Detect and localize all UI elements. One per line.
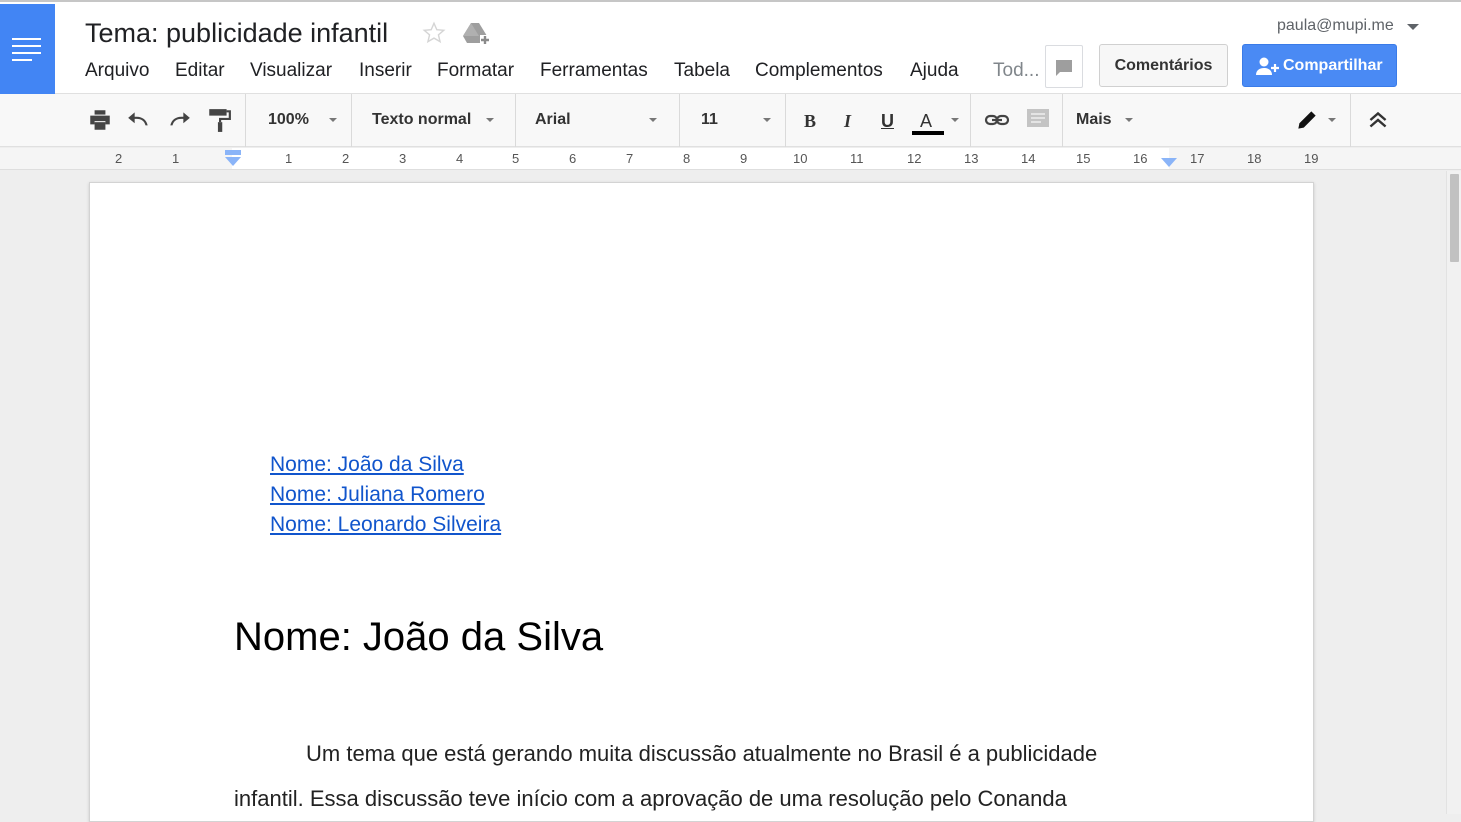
left-indent-marker-icon[interactable] bbox=[224, 148, 242, 168]
star-icon[interactable] bbox=[421, 20, 447, 46]
ruler-label: 17 bbox=[1190, 151, 1205, 166]
account-caret-icon[interactable] bbox=[1407, 24, 1419, 30]
vertical-scrollbar[interactable] bbox=[1446, 171, 1461, 814]
menu-ferramentas[interactable]: Ferramentas bbox=[540, 60, 648, 82]
text-color-button[interactable]: A bbox=[920, 111, 932, 132]
chat-icon bbox=[1056, 60, 1072, 76]
toolbar: 100% Texto normal Arial 11 B I U A Mais bbox=[0, 94, 1461, 147]
share-button[interactable]: Compartilhar bbox=[1242, 44, 1397, 87]
editing-mode-caret-icon bbox=[1328, 118, 1336, 122]
ruler-label: 1 bbox=[285, 151, 293, 166]
font-select[interactable]: Arial bbox=[535, 111, 571, 129]
ruler-label: 15 bbox=[1076, 151, 1091, 166]
menu-complementos[interactable]: Complementos bbox=[755, 60, 883, 82]
document-page[interactable]: Nome: João da Silva Nome: Juliana Romero… bbox=[89, 182, 1314, 822]
toc-link[interactable]: Nome: João da Silva bbox=[270, 453, 464, 477]
person-add-icon bbox=[1256, 57, 1279, 75]
insert-comment-icon[interactable] bbox=[1025, 107, 1051, 133]
zoom-caret-icon bbox=[329, 118, 337, 122]
menu-arquivo[interactable]: Arquivo bbox=[85, 60, 149, 82]
ruler-label: 6 bbox=[569, 151, 577, 166]
ruler-label: 11 bbox=[850, 151, 864, 166]
menu-formatar[interactable]: Formatar bbox=[437, 60, 514, 82]
ruler-label: 10 bbox=[793, 151, 808, 166]
ruler-label: 9 bbox=[740, 151, 748, 166]
toc-link[interactable]: Nome: Leonardo Silveira bbox=[270, 513, 501, 537]
document-title[interactable]: Tema: publicidade infantil bbox=[85, 18, 388, 49]
ruler-label: 3 bbox=[399, 151, 407, 166]
app-header: Tema: publicidade infantil Arquivo Edita… bbox=[0, 0, 1461, 95]
editing-mode-pencil-icon[interactable] bbox=[1294, 107, 1320, 133]
document-canvas: Nome: João da Silva Nome: Juliana Romero… bbox=[0, 171, 1446, 822]
ruler-label: 18 bbox=[1247, 151, 1262, 166]
ruler: 2 1 1 2 3 4 5 6 7 8 9 10 11 12 13 14 15 … bbox=[0, 148, 1461, 170]
undo-icon[interactable] bbox=[126, 107, 152, 133]
zoom-select[interactable]: 100% bbox=[268, 111, 309, 129]
ruler-label: 19 bbox=[1304, 151, 1319, 166]
redo-icon[interactable] bbox=[166, 107, 192, 133]
text-color-swatch bbox=[912, 131, 944, 135]
menu-todas-alteracoes[interactable]: Tod... bbox=[993, 60, 1039, 82]
ruler-label: 5 bbox=[512, 151, 520, 166]
paint-format-icon[interactable] bbox=[206, 107, 232, 133]
underline-button[interactable]: U bbox=[881, 111, 894, 132]
more-caret-icon bbox=[1125, 118, 1133, 122]
paragraph-line: infantil. Essa discussão teve início com… bbox=[234, 786, 1067, 811]
collapse-chevron-icon[interactable] bbox=[1365, 107, 1391, 133]
more-button[interactable]: Mais bbox=[1076, 111, 1112, 129]
chat-button[interactable] bbox=[1045, 45, 1083, 88]
ruler-label: 7 bbox=[626, 151, 634, 166]
move-to-drive-icon[interactable] bbox=[462, 21, 490, 47]
font-caret-icon bbox=[649, 118, 657, 122]
font-size-caret-icon bbox=[763, 118, 771, 122]
paragraph-line: Um tema que está gerando muita discussão… bbox=[306, 741, 1098, 766]
style-caret-icon bbox=[486, 118, 494, 122]
menu-tabela[interactable]: Tabela bbox=[674, 60, 730, 82]
section-heading: Nome: João da Silva bbox=[234, 615, 604, 659]
toc-link[interactable]: Nome: Juliana Romero bbox=[270, 483, 485, 507]
menu-editar[interactable]: Editar bbox=[175, 60, 225, 82]
italic-button[interactable]: I bbox=[844, 111, 851, 132]
share-label: Compartilhar bbox=[1283, 57, 1383, 74]
docs-home-icon[interactable] bbox=[0, 4, 55, 95]
font-size-select[interactable]: 11 bbox=[701, 111, 718, 129]
ruler-label: 8 bbox=[683, 151, 691, 166]
paragraph-style-select[interactable]: Texto normal bbox=[372, 111, 471, 129]
ruler-label: 12 bbox=[907, 151, 922, 166]
menu-inserir[interactable]: Inserir bbox=[359, 60, 412, 82]
link-icon[interactable] bbox=[984, 107, 1010, 133]
ruler-label: 1 bbox=[172, 151, 180, 166]
right-indent-marker-icon[interactable] bbox=[1161, 156, 1177, 168]
ruler-label: 13 bbox=[964, 151, 979, 166]
ruler-label: 16 bbox=[1133, 151, 1148, 166]
ruler-label: 2 bbox=[115, 151, 123, 166]
user-email[interactable]: paula@mupi.me bbox=[1277, 17, 1394, 35]
ruler-label: 4 bbox=[456, 151, 464, 166]
comments-button[interactable]: Comentários bbox=[1099, 44, 1228, 87]
menu-visualizar[interactable]: Visualizar bbox=[250, 60, 332, 82]
text-color-caret-icon bbox=[951, 118, 959, 122]
menu-ajuda[interactable]: Ajuda bbox=[910, 60, 959, 82]
scrollbar-thumb[interactable] bbox=[1450, 174, 1459, 262]
ruler-label: 14 bbox=[1021, 151, 1036, 166]
ruler-label: 2 bbox=[342, 151, 350, 166]
print-icon[interactable] bbox=[87, 107, 113, 133]
bold-button[interactable]: B bbox=[804, 111, 816, 132]
